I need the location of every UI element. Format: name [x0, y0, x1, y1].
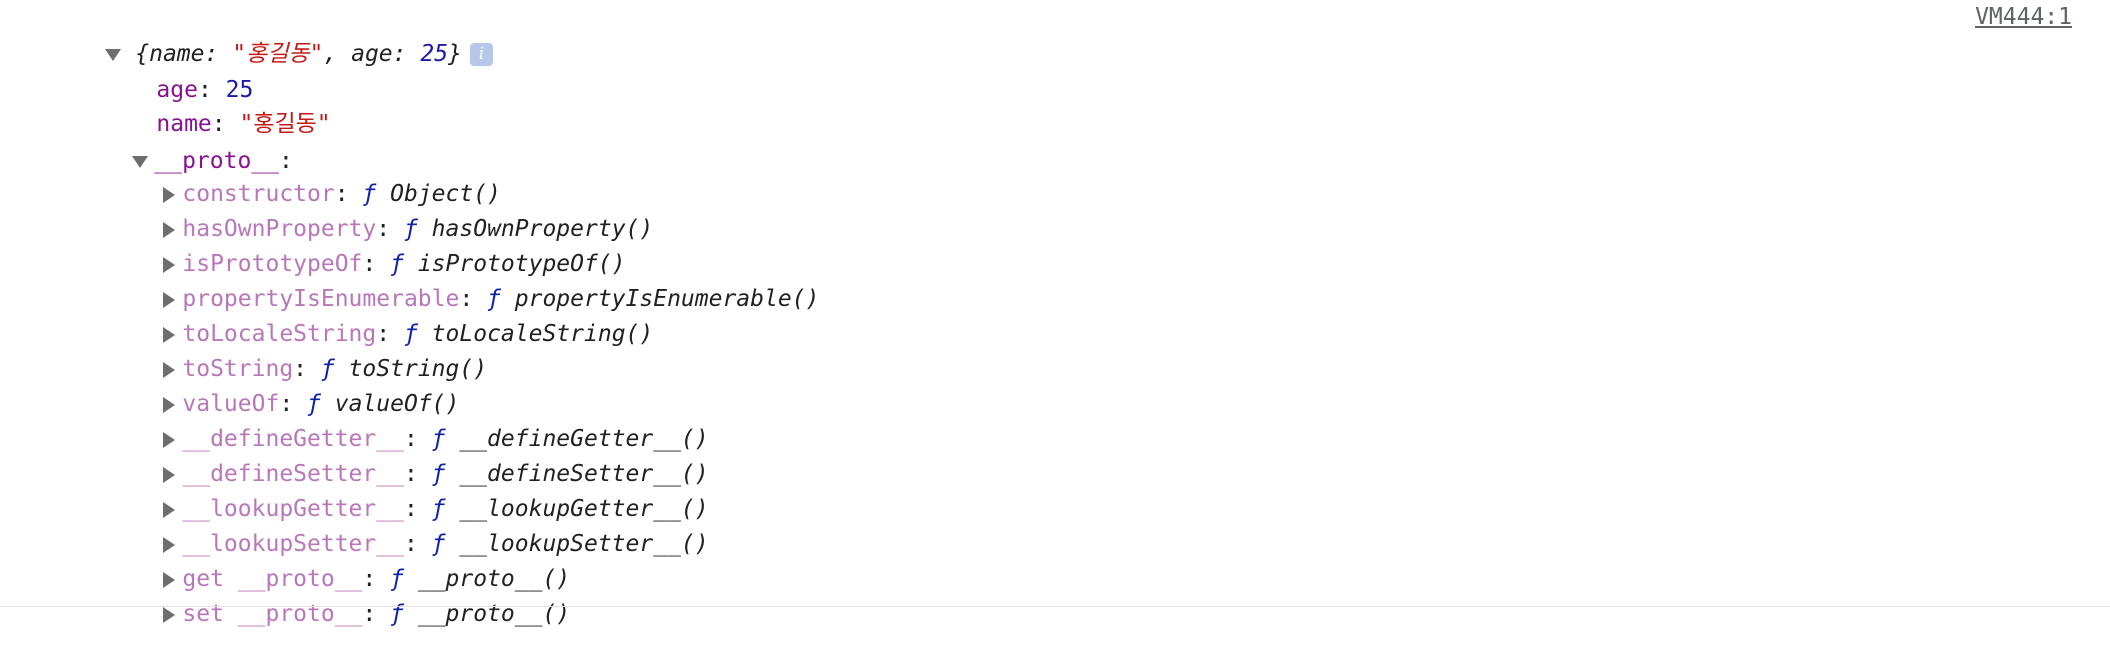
- source-link[interactable]: VM444:1: [1975, 0, 2072, 35]
- function-signature: __proto__(): [403, 601, 571, 627]
- object-summary-row[interactable]: {name: "홍길동", age: 25} i: [50, 2, 493, 67]
- property-row-name: name: "홍길동": [101, 72, 330, 137]
- proto-member-row[interactable]: get __proto__: ƒ __proto__(): [108, 527, 570, 592]
- proto-row[interactable]: __proto__:: [77, 109, 293, 174]
- member-key: set __proto__: [182, 601, 363, 627]
- summary-comma: ,: [323, 41, 352, 67]
- summary-age-key: age: [351, 41, 393, 67]
- property-row-age: age: 25: [101, 38, 253, 103]
- proto-member-row[interactable]: toLocaleString: ƒ toLocaleString(): [108, 282, 653, 347]
- function-icon: ƒ: [390, 601, 404, 627]
- proto-member-row[interactable]: hasOwnProperty: ƒ hasOwnProperty(): [108, 177, 653, 242]
- proto-member-row[interactable]: propertyIsEnumerable: ƒ propertyIsEnumer…: [108, 247, 819, 312]
- proto-member-row[interactable]: toString: ƒ toString(): [108, 317, 487, 382]
- console-object-entry: {name: "홍길동", age: 25} i VM444:1 age: 25 …: [0, 0, 2110, 627]
- close-brace: }: [448, 41, 462, 67]
- expand-triangle-right-icon[interactable]: [163, 606, 176, 623]
- proto-member-row[interactable]: __defineSetter__: ƒ __defineSetter__(): [108, 422, 709, 487]
- info-icon[interactable]: i: [469, 43, 493, 66]
- entry-divider: [0, 606, 2110, 607]
- proto-member-row[interactable]: constructor: ƒ Object(): [108, 142, 501, 207]
- member-colon: :: [362, 601, 391, 627]
- proto-member-row[interactable]: isPrototypeOf: ƒ isPrototypeOf(): [108, 212, 626, 277]
- summary-age-value: 25: [420, 41, 449, 67]
- summary-colon: :: [392, 41, 421, 67]
- proto-member-row[interactable]: __lookupGetter__: ƒ __lookupGetter__(): [108, 457, 709, 522]
- proto-member-row[interactable]: valueOf: ƒ valueOf(): [108, 352, 459, 417]
- proto-member-row[interactable]: set __proto__: ƒ __proto__(): [108, 562, 570, 627]
- proto-member-row[interactable]: __defineGetter__: ƒ __defineGetter__(): [108, 387, 709, 452]
- proto-member-row[interactable]: __lookupSetter__: ƒ __lookupSetter__(): [108, 492, 709, 557]
